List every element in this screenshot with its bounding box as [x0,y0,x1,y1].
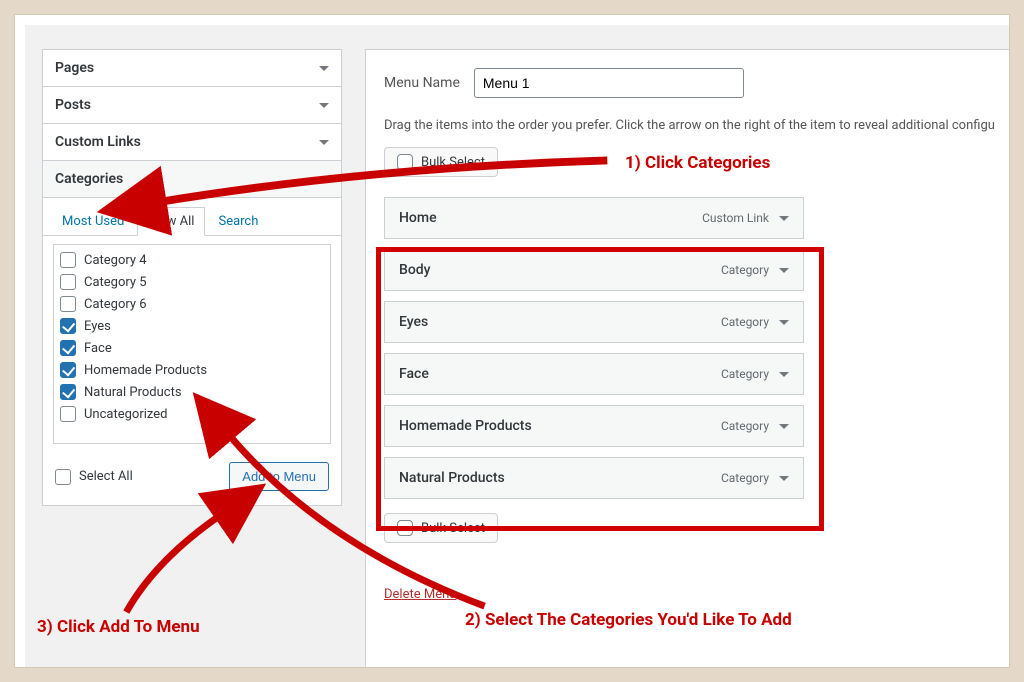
panel-custom-links-label: Custom Links [55,134,141,150]
menu-item-name: Eyes [399,314,428,330]
menu-items-list: HomeCustom LinkBodyCategoryEyesCategoryF… [384,197,1009,499]
chevron-down-icon[interactable] [779,268,789,273]
list-item-label: Face [84,341,112,356]
category-tabs: Most Used View All Search [43,198,341,236]
list-item-label: Uncategorized [84,407,167,422]
chevron-up-icon [319,177,329,182]
list-item-label: Eyes [84,319,111,334]
chevron-down-icon [319,140,329,145]
list-item[interactable]: Category 4 [60,249,324,271]
list-item-label: Natural Products [84,385,182,400]
list-item[interactable]: Face [60,337,324,359]
menu-item-type: Category [721,367,789,381]
checkbox-icon[interactable] [55,469,71,485]
chevron-down-icon[interactable] [779,476,789,481]
list-item[interactable]: Category 6 [60,293,324,315]
checkbox-icon[interactable] [397,520,413,536]
panel-categories-label: Categories [55,171,123,187]
list-item[interactable]: Category 5 [60,271,324,293]
menu-item-name: Natural Products [399,470,505,486]
menu-item[interactable]: Body Category [384,249,804,291]
menu-item-type: Category [721,419,789,433]
list-item[interactable]: Uncategorized [60,403,324,425]
menu-item-name: Face [399,366,429,382]
menu-item[interactable]: Face Category [384,353,804,395]
list-item[interactable]: Eyes [60,315,324,337]
checkbox-icon[interactable] [60,274,76,290]
menu-item-name: Body [399,262,431,278]
panel-pages-label: Pages [55,60,94,76]
menu-item[interactable]: Natural Products Category [384,457,804,499]
menu-item-type: Category [721,471,789,485]
menu-item-type: Category [721,315,789,329]
checkbox-icon[interactable] [397,154,413,170]
panel-posts-label: Posts [55,97,91,113]
chevron-down-icon[interactable] [779,424,789,429]
outer-frame: Pages Posts Custom Links Categories [14,14,1010,668]
right-column: Menu Name Drag the items into the order … [365,49,1009,667]
menu-item[interactable]: Home Custom Link [384,197,804,239]
tab-most-used[interactable]: Most Used [51,207,135,236]
menu-name-input[interactable] [474,68,744,98]
chevron-down-icon[interactable] [779,216,789,221]
panel-categories[interactable]: Categories Most Used View All Search Cat… [42,161,342,506]
checkbox-icon[interactable] [60,406,76,422]
delete-menu-link[interactable]: Delete Menu [384,587,456,602]
category-checklist[interactable]: Category 4 Category 5 Category 6 Eyes Face Ho… [53,244,331,444]
panel-posts[interactable]: Posts [42,87,342,124]
chevron-down-icon [319,66,329,71]
list-item[interactable]: Natural Products [60,381,324,403]
checkbox-icon[interactable] [60,296,76,312]
menu-item-type: Custom Link [702,211,789,225]
bulk-select-top[interactable]: Bulk Select [384,147,498,177]
bulk-select-label: Bulk Select [421,155,485,170]
list-item[interactable]: Homemade Products [60,359,324,381]
tab-view-all[interactable]: View All [137,207,205,236]
tab-search[interactable]: Search [207,207,269,236]
menu-item[interactable]: Homemade Products Category [384,405,804,447]
left-column: Pages Posts Custom Links Categories [42,49,342,506]
menu-item-name: Home [399,210,437,226]
chevron-down-icon[interactable] [779,372,789,377]
annotation-3: 3) Click Add To Menu [37,617,200,637]
checkbox-icon[interactable] [60,318,76,334]
menu-item-type: Category [721,263,789,277]
checkbox-icon[interactable] [60,340,76,356]
menu-item[interactable]: Eyes Category [384,301,804,343]
chevron-down-icon [319,103,329,108]
menu-item-name: Homemade Products [399,418,532,434]
bulk-select-label: Bulk Select [421,521,485,536]
select-all-label: Select All [79,469,133,484]
menu-name-label: Menu Name [384,75,460,91]
admin-main: Pages Posts Custom Links Categories [25,25,1009,667]
add-to-menu-button[interactable]: Add to Menu [229,462,329,491]
checkbox-icon[interactable] [60,252,76,268]
select-all[interactable]: Select All [55,466,133,488]
list-item-label: Category 5 [84,275,147,290]
panel-categories-body: Most Used View All Search Category 4Cate… [43,197,341,505]
bulk-select-bottom[interactable]: Bulk Select [384,513,498,543]
list-item-label: Category 4 [84,253,147,268]
panel-custom-links[interactable]: Custom Links [42,124,342,161]
panel-pages[interactable]: Pages [42,49,342,87]
help-text: Drag the items into the order you prefer… [384,118,1009,133]
checkbox-icon[interactable] [60,362,76,378]
chevron-down-icon[interactable] [779,320,789,325]
list-item-label: Homemade Products [84,363,207,378]
checkbox-icon[interactable] [60,384,76,400]
list-item-label: Category 6 [84,297,147,312]
